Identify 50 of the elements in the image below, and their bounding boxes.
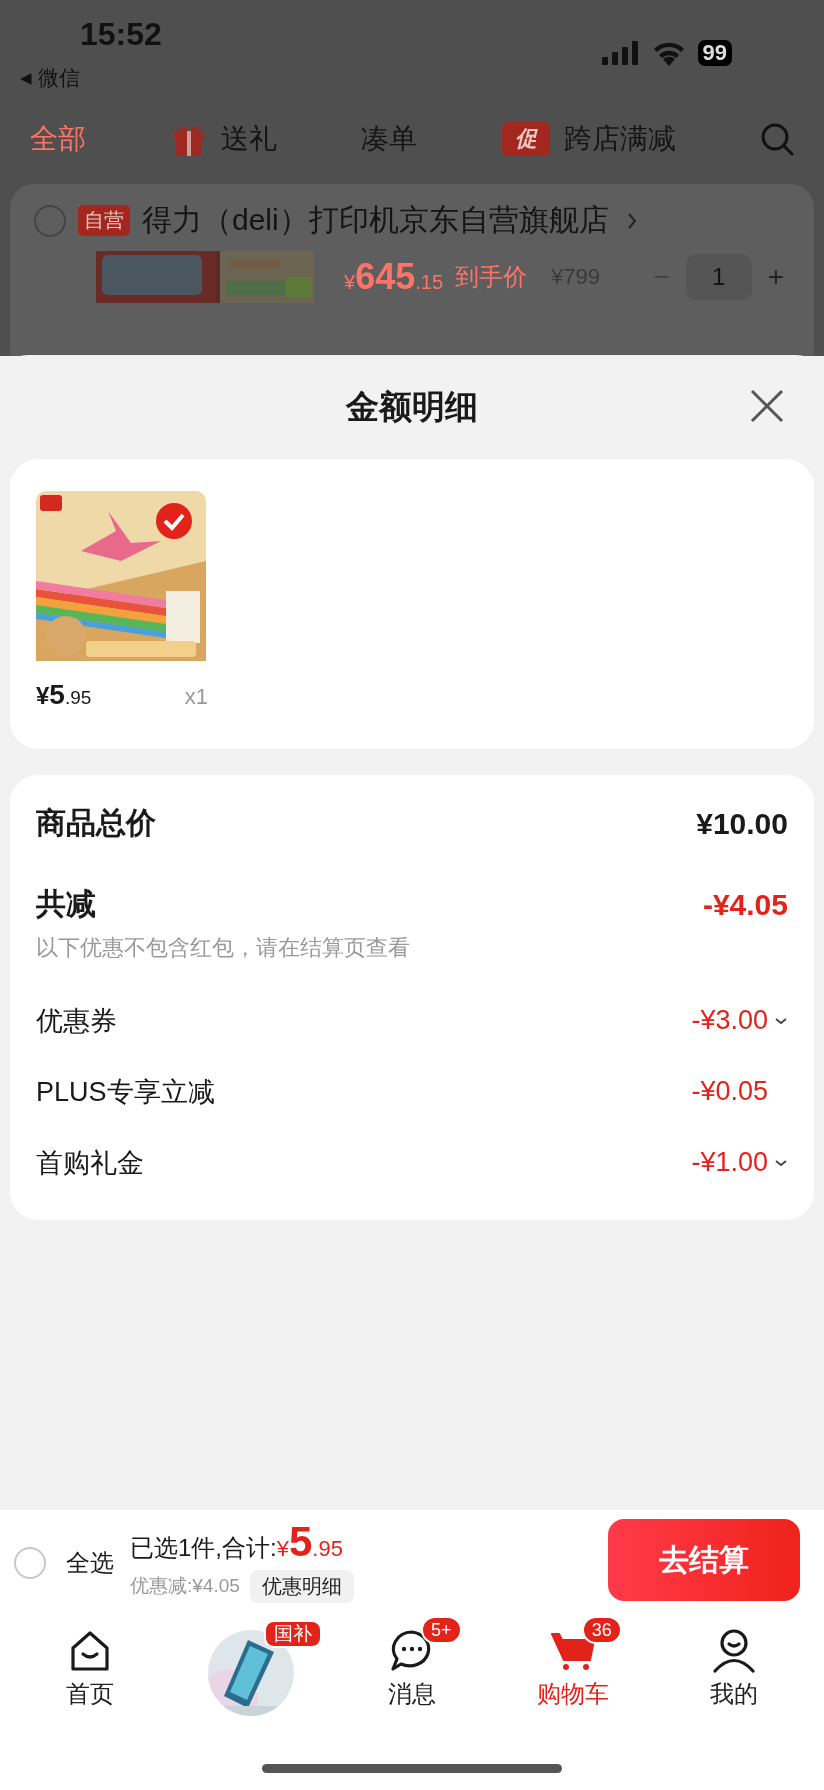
back-link[interactable]: 微信 <box>37 64 80 92</box>
sheet-title: 金额明细 <box>346 386 478 427</box>
chevron-down-icon[interactable] <box>774 1015 788 1026</box>
radio-button[interactable] <box>34 204 66 237</box>
filter-tab[interactable]: 促 跨店满减 <box>501 120 676 158</box>
search-icon[interactable] <box>760 122 794 156</box>
saving-text: 优惠减:¥4.05 <box>130 1574 240 1598</box>
total-price: ¥5.95 <box>276 1517 343 1566</box>
filter-tab[interactable]: 凑单 <box>361 120 417 158</box>
nav-tab[interactable]: 消息 5+ <box>347 1616 477 1716</box>
price-label: 到手价 <box>455 262 527 292</box>
selection-summary: 已选1件,合计: <box>130 1532 277 1563</box>
discount-item-label: PLUS专享立减 <box>36 1075 215 1109</box>
chevron-right-icon <box>626 211 637 230</box>
promo-badge: 促 <box>501 122 550 156</box>
store-name[interactable]: 得力（deli）打印机京东自营旗舰店 <box>142 200 609 241</box>
clock-time: 15:52 <box>80 16 162 53</box>
quantity-field[interactable]: 1 <box>685 254 752 300</box>
close-icon[interactable] <box>750 389 784 423</box>
count-badge: 5+ <box>421 1616 462 1644</box>
discount-item-value: -¥0.05 <box>691 1076 768 1107</box>
increase-button[interactable]: + <box>761 261 790 293</box>
total-value: ¥10.00 <box>696 806 788 841</box>
signal-icon <box>601 41 640 65</box>
discount-label: 共减 <box>36 886 96 922</box>
filter-tab[interactable]: 送礼 <box>170 120 277 158</box>
nav-tab[interactable]: 购物车 36 <box>507 1616 638 1716</box>
back-arrow[interactable]: ◀ <box>20 69 32 87</box>
discount-item-label: 首购礼金 <box>36 1146 144 1180</box>
nav-tab[interactable]: 我的 <box>668 1616 799 1716</box>
count-badge: 36 <box>581 1616 622 1644</box>
badge: 国补 <box>264 1620 323 1648</box>
chevron-down-icon[interactable] <box>774 1157 788 1168</box>
item-price: ¥645.15 <box>344 256 443 298</box>
discount-item-value: -¥3.00 <box>691 1005 768 1036</box>
discount-value: -¥4.05 <box>702 887 788 922</box>
select-all-label[interactable]: 全选 <box>66 1547 114 1579</box>
product-price: ¥5.95 <box>36 679 92 711</box>
discount-detail-button[interactable]: 优惠明细 <box>249 1569 354 1603</box>
discount-item-value: -¥1.00 <box>691 1147 768 1178</box>
battery-level: 99 <box>697 40 732 66</box>
nav-tab[interactable]: 首页 <box>25 1616 156 1716</box>
product-quantity: x1 <box>184 684 208 710</box>
filter-tab[interactable]: 全部 <box>30 120 86 158</box>
store-tag: 自营 <box>78 205 130 236</box>
discount-note: 以下优惠不包含红包，请在结算页查看 <box>36 934 411 962</box>
total-label: 商品总价 <box>36 805 156 841</box>
checkmark-icon[interactable] <box>156 503 192 539</box>
checkout-button[interactable]: 去结算 <box>608 1519 800 1601</box>
discount-item-label: 优惠券 <box>36 1004 117 1038</box>
